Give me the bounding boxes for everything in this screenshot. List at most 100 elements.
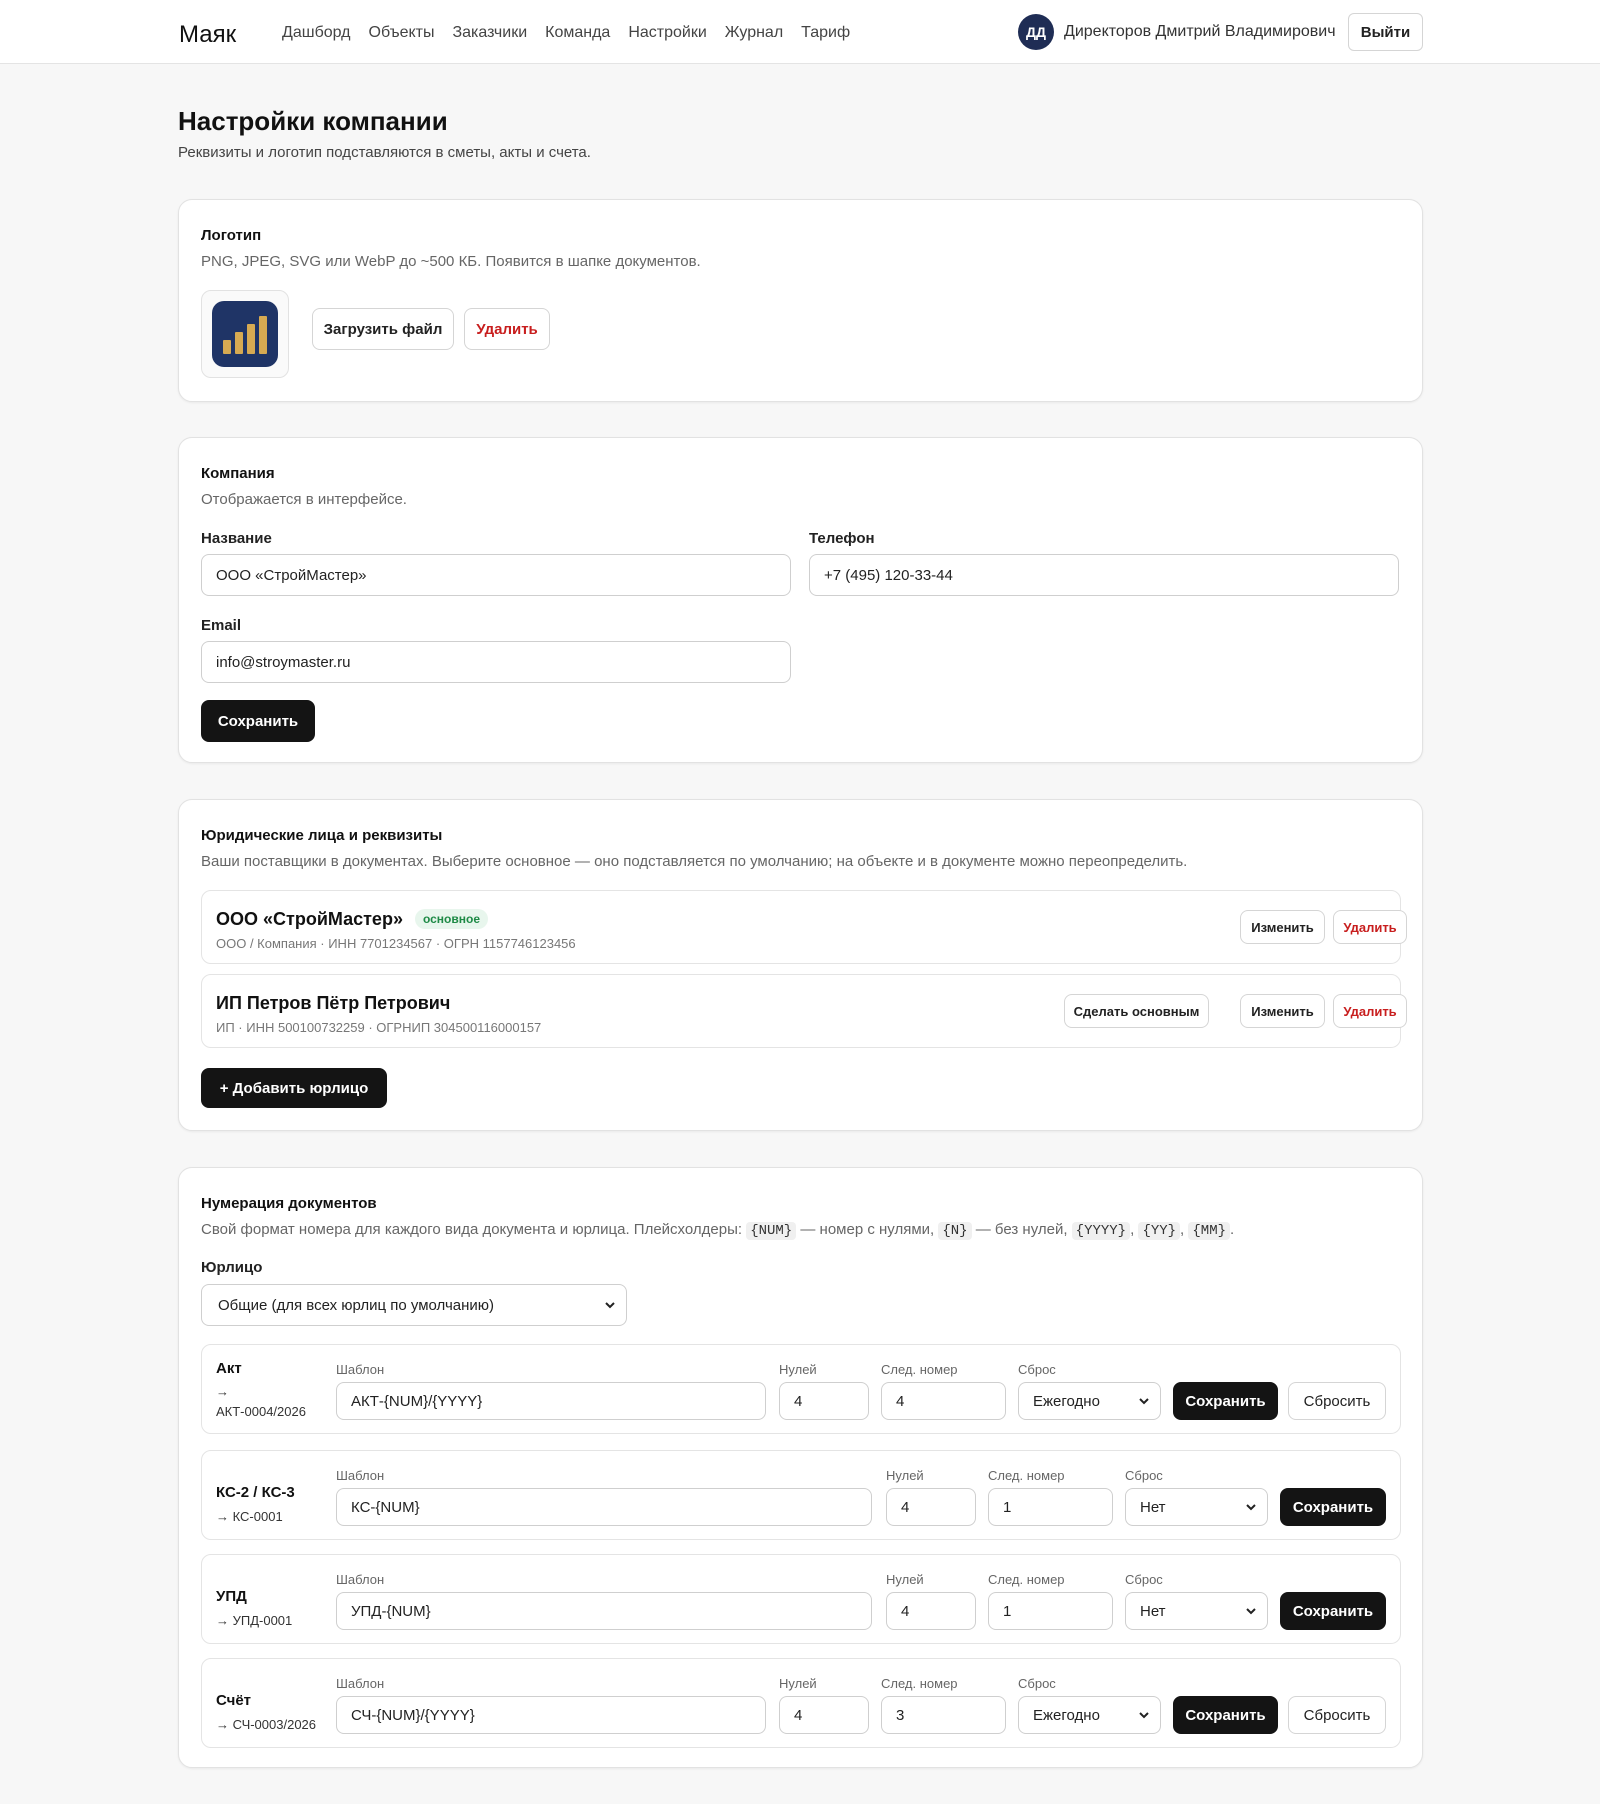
top-navbar: Маяк Дашборд Объекты Заказчики Команда Н… [0,0,1600,64]
legal-entity-row: ООО «СтройМастер» основное ООО / Компания… [201,890,1407,964]
avatar[interactable]: ДД [1018,14,1054,50]
zeros-label: Нулей [886,1572,924,1587]
legal-entity-name: ИП Петров Пётр Петрович [216,993,451,1013]
next-number-input[interactable] [881,1382,1006,1420]
template-label: Шаблон [336,1572,385,1587]
logout-button[interactable]: Выйти [1348,13,1423,51]
nav-item-objects[interactable]: Объекты [369,22,435,44]
template-label: Шаблон [336,1676,385,1691]
template-input[interactable] [336,1488,872,1526]
numbering-row-ks: КС-2 / КС-3 → КС-0001 Шаблон Нулей След.… [201,1450,1401,1540]
template-input[interactable] [336,1592,872,1630]
nav-item-journal[interactable]: Журнал [725,22,783,44]
legal-entity-name: ООО «СтройМастер» основное [216,907,489,931]
doc-number-preview: → СЧ-0003/2026 [216,1717,317,1732]
company-email-input[interactable] [201,641,791,683]
company-name-label: Название [201,530,272,547]
page-subtitle: Реквизиты и логотип подставляются в смет… [178,144,591,161]
reset-numbering-button[interactable]: Сбросить [1288,1696,1386,1734]
nav-item-team[interactable]: Команда [545,22,610,44]
zeros-input[interactable] [886,1592,976,1630]
doc-type-title: КС-2 / КС-3 [216,1484,295,1501]
entity-select[interactable]: Общие (для всех юрлиц по умолчанию) [201,1284,627,1326]
template-input[interactable] [336,1696,766,1734]
doc-number-preview: → УПД-0001 [216,1613,293,1628]
company-card: Компания Отображается в интерфейсе. Назв… [178,437,1423,763]
reset-select[interactable]: Ежегодно [1018,1696,1161,1734]
delete-entity-button[interactable]: Удалить [1333,994,1407,1028]
zeros-label: Нулей [779,1362,817,1377]
numbering-row-invoice: Счёт → СЧ-0003/2026 Шаблон Нулей След. н… [201,1658,1401,1748]
template-input[interactable] [336,1382,766,1420]
zeros-input[interactable] [886,1488,976,1526]
doc-number-preview-arrow: → [216,1384,229,1399]
next-number-input[interactable] [881,1696,1006,1734]
save-numbering-button[interactable]: Сохранить [1173,1696,1278,1734]
logo-preview [201,290,289,378]
upload-logo-button[interactable]: Загрузить файл [312,308,454,350]
doc-number-preview: АКТ-0004/2026 [216,1404,306,1419]
reset-label: Сброс [1125,1468,1163,1483]
numbering-card-title: Нумерация документов [201,1195,377,1212]
doc-number-preview: → КС-0001 [216,1509,283,1524]
next-number-label: След. номер [988,1572,1065,1587]
reset-label: Сброс [1018,1362,1056,1377]
legal-entity-row: ИП Петров Пётр Петрович ИП · ИНН 5001007… [201,974,1407,1048]
main-entity-badge: основное [414,909,489,929]
save-company-button[interactable]: Сохранить [201,700,315,742]
nav-item-tariff[interactable]: Тариф [801,22,850,44]
legal-entity-title: ООО «СтройМастер» [216,909,403,929]
user-name: Директоров Дмитрий Владимирович [1064,23,1336,40]
entity-select-label: Юрлицо [201,1259,263,1276]
doc-type-title: УПД [216,1588,247,1605]
reset-select[interactable]: Ежегодно [1018,1382,1161,1420]
nav-item-settings[interactable]: Настройки [628,22,706,44]
zeros-input[interactable] [779,1382,869,1420]
numbering-card: Нумерация документов Свой формат номера … [178,1167,1423,1768]
company-card-description: Отображается в интерфейсе. [201,491,407,508]
delete-entity-button[interactable]: Удалить [1333,910,1407,944]
legal-card-title: Юридические лица и реквизиты [201,827,443,844]
make-main-entity-button[interactable]: Сделать основным [1064,994,1209,1028]
placeholder-mm: {MM} [1188,1222,1230,1240]
company-email-label: Email [201,617,242,634]
legal-entities-card: Юридические лица и реквизиты Ваши постав… [178,799,1423,1131]
doc-type-title: Акт [216,1360,242,1377]
reset-select[interactable]: Нет [1125,1488,1268,1526]
edit-entity-button[interactable]: Изменить [1240,910,1325,944]
delete-logo-button[interactable]: Удалить [464,308,550,350]
next-number-input[interactable] [988,1488,1113,1526]
next-number-input[interactable] [988,1592,1113,1630]
edit-entity-button[interactable]: Изменить [1240,994,1325,1028]
save-numbering-button[interactable]: Сохранить [1280,1488,1386,1526]
zeros-label: Нулей [886,1468,924,1483]
save-numbering-button[interactable]: Сохранить [1173,1382,1278,1420]
placeholder-n: {N} [938,1222,972,1240]
numbering-card-description: Свой формат номера для каждого вида доку… [201,1221,1235,1240]
add-entity-button[interactable]: + Добавить юрлицо [201,1068,387,1108]
logo-card: Логотип PNG, JPEG, SVG или WebP до ~500 … [178,199,1423,402]
zeros-input[interactable] [779,1696,869,1734]
page-title: Настройки компании [178,106,448,136]
placeholder-yyyy: {YYYY} [1071,1222,1131,1240]
main-nav: Дашборд Объекты Заказчики Команда Настро… [282,22,850,44]
placeholder-yy: {YY} [1138,1222,1181,1240]
company-phone-input[interactable] [809,554,1399,596]
company-phone-label: Телефон [809,530,875,547]
logo-card-title: Логотип [201,227,262,244]
save-numbering-button[interactable]: Сохранить [1280,1592,1386,1630]
brand-logo[interactable]: Маяк [179,19,236,51]
numbering-row-act: Акт → АКТ-0004/2026 Шаблон Нулей След. н… [201,1344,1401,1434]
reset-numbering-button[interactable]: Сбросить [1288,1382,1386,1420]
nav-item-dashboard[interactable]: Дашборд [282,22,351,44]
next-number-label: След. номер [881,1676,958,1691]
bar-chart-logo-icon [212,301,278,367]
numbering-row-upd: УПД → УПД-0001 Шаблон Нулей След. номер … [201,1554,1401,1644]
reset-label: Сброс [1018,1676,1056,1691]
next-number-label: След. номер [881,1362,958,1377]
next-number-label: След. номер [988,1468,1065,1483]
nav-item-customers[interactable]: Заказчики [452,22,527,44]
reset-select[interactable]: Нет [1125,1592,1268,1630]
company-name-input[interactable] [201,554,791,596]
legal-card-description: Ваши поставщики в документах. Выберите о… [201,853,1188,870]
